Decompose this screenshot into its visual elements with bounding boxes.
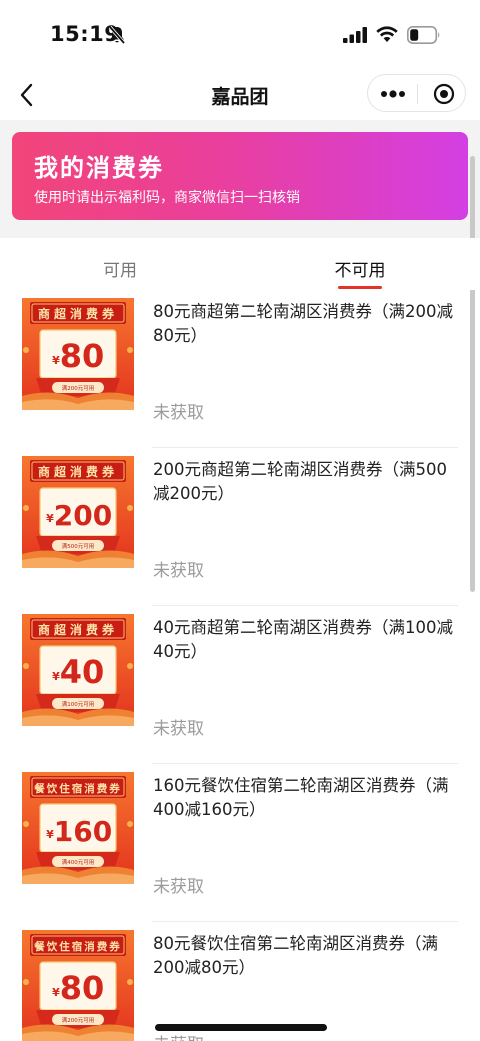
coupon-status: 未获取 — [153, 719, 204, 739]
coupon-thumb-amount: 40 — [60, 653, 105, 691]
more-dots-icon[interactable] — [380, 86, 406, 102]
coupon-thumb-header: 餐饮住宿消费券 — [33, 940, 122, 953]
capsule-divider — [417, 84, 418, 104]
coupon-item[interactable]: 商超消费券 ¥80 满200元可用 80元商超第二轮南湖区消费券（满200减80元）未… — [0, 290, 480, 448]
coupon-status: 未获取 — [153, 1030, 204, 1041]
tab-active-indicator — [338, 286, 382, 289]
coupon-thumb-amount: 80 — [60, 969, 105, 1007]
coupon-thumb-header: 商超消费券 — [38, 306, 118, 321]
coupon-thumbnail: 商超消费券¥ 80满200元可用 — [22, 298, 134, 410]
coupon-thumbnail: 餐饮住宿消费券¥ 160满400元可用 — [22, 772, 134, 884]
coupon-thumb-header: 餐饮住宿消费券 — [33, 782, 122, 795]
nav-bar: 嘉品团 — [0, 70, 480, 120]
coupon-thumbnail: 商超消费券¥ 40满100元可用 — [22, 614, 134, 726]
mini-program-capsule — [367, 74, 466, 112]
home-indicator — [155, 1024, 327, 1031]
coupon-title: 40元商超第二轮南湖区消费券（满100减40元） — [153, 618, 453, 661]
coupon-status: 未获取 — [153, 877, 204, 897]
coupon-thumb-condition: 满200元可用 — [62, 1016, 95, 1024]
coupon-thumb-condition: 满400元可用 — [62, 858, 95, 866]
bell-muted-icon — [108, 25, 126, 45]
coupon-thumb-header: 商超消费券 — [38, 622, 118, 637]
banner-title: 我的消费券 — [34, 154, 164, 182]
coupon-item[interactable]: 商超消费券 ¥200 满500元可用 200元商超第二轮南湖区消费券（满500减200… — [0, 448, 480, 606]
coupon-item[interactable]: 商超消费券 ¥40 满100元可用 40元商超第二轮南湖区消费券（满100减40元）未… — [0, 606, 480, 764]
tab-unavailable[interactable]: 不可用 — [300, 256, 420, 281]
coupon-thumb-condition: 满500元可用 — [62, 542, 95, 550]
wifi-icon — [376, 26, 398, 42]
banner-area: 我的消费券 使用时请出示福利码，商家微信扫一扫核销 — [0, 120, 480, 238]
coupon-status: 未获取 — [153, 403, 204, 423]
coupon-thumb-condition: 满100元可用 — [62, 700, 95, 708]
tab-bar: 可用 不可用 — [0, 238, 480, 290]
coupon-thumb-amount: 80 — [60, 337, 105, 375]
coupon-title: 80元商超第二轮南湖区消费券（满200减80元） — [153, 302, 453, 345]
coupon-status: 未获取 — [153, 561, 204, 581]
coupon-item[interactable]: 餐饮住宿消费券 ¥160 满400元可用 160元餐饮住宿第二轮南湖区消费券（满400… — [0, 764, 480, 922]
coupon-thumbnail: 餐饮住宿消费券¥ 80满200元可用 — [22, 930, 134, 1041]
tab-available[interactable]: 可用 — [60, 256, 180, 281]
close-mini-program-icon[interactable] — [433, 83, 455, 105]
coupon-thumb-amount: 160 — [54, 815, 112, 848]
coupon-title: 200元商超第二轮南湖区消费券（满500减200元） — [153, 460, 447, 503]
coupon-title: 80元餐饮住宿第二轮南湖区消费券（满200减80元） — [153, 934, 438, 977]
coupon-thumbnail: 商超消费券¥ 200满500元可用 — [22, 456, 134, 568]
coupon-thumb-condition: 满200元可用 — [62, 384, 95, 392]
coupon-thumb-header: 商超消费券 — [38, 464, 118, 479]
banner-subtitle: 使用时请出示福利码，商家微信扫一扫核销 — [34, 190, 300, 206]
coupon-list: 商超消费券 ¥80 满200元可用 80元商超第二轮南湖区消费券（满200减80元）未… — [0, 290, 480, 1041]
coupon-thumb-amount: 200 — [54, 499, 112, 532]
battery-icon — [407, 26, 440, 44]
coupon-title: 160元餐饮住宿第二轮南湖区消费券（满400减160元） — [153, 776, 449, 819]
my-coupons-banner: 我的消费券 使用时请出示福利码，商家微信扫一扫核销 — [12, 132, 468, 220]
status-bar: 15:19 — [0, 0, 480, 70]
cellular-signal-icon — [343, 27, 367, 43]
